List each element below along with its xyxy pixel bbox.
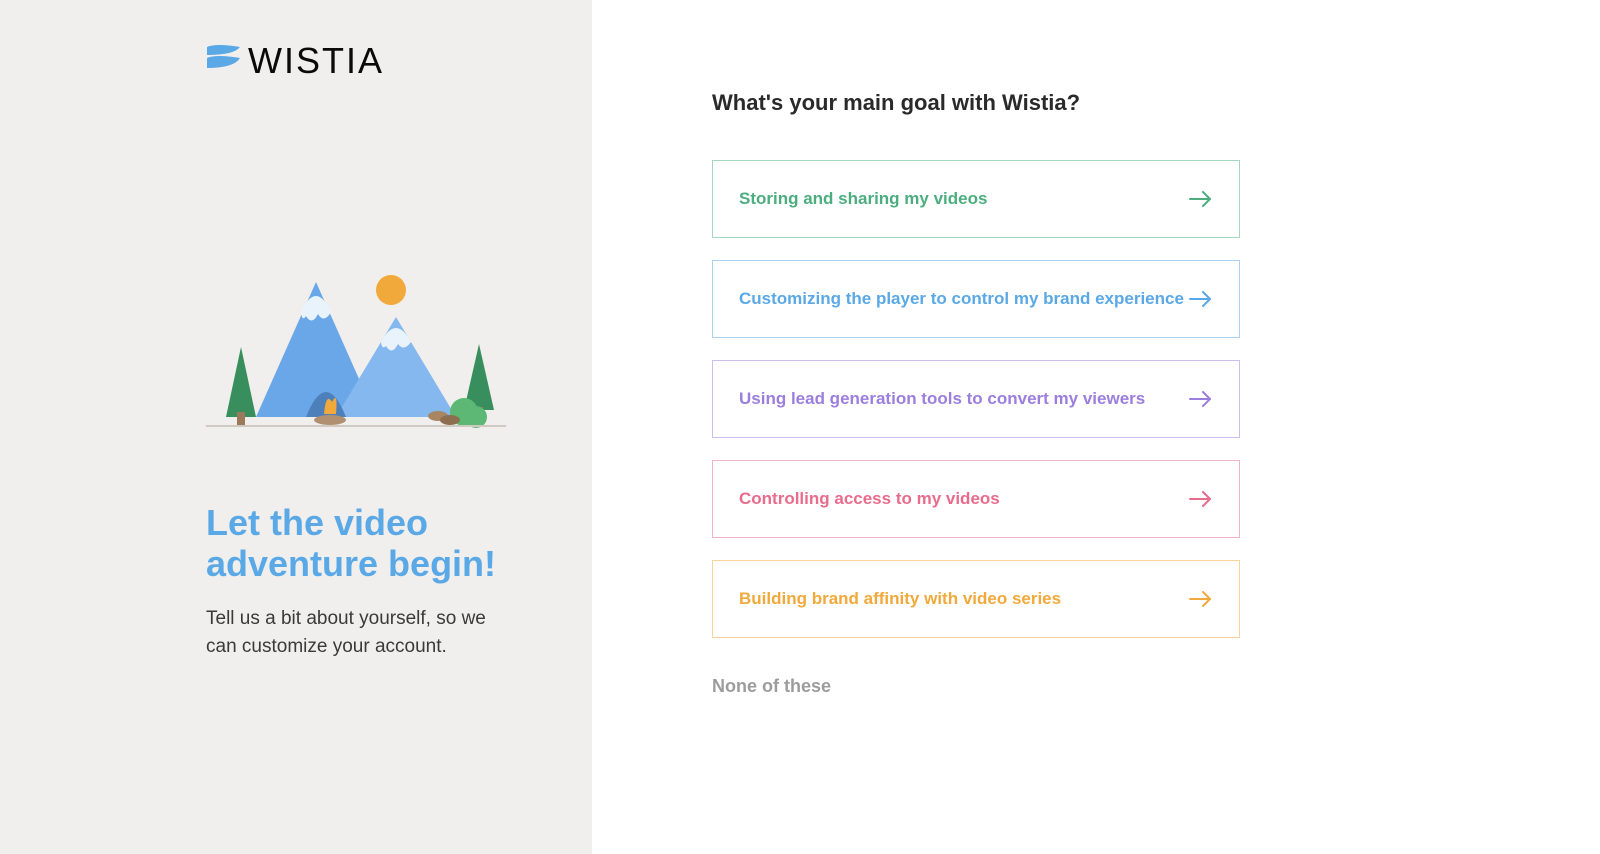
arrow-right-icon bbox=[1189, 491, 1213, 507]
onboarding-heading: Let the video adventure begin! bbox=[206, 502, 512, 585]
goal-option-label: Building brand affinity with video serie… bbox=[739, 589, 1061, 609]
arrow-right-icon bbox=[1189, 391, 1213, 407]
goal-option[interactable]: Customizing the player to control my bra… bbox=[712, 260, 1240, 338]
goal-option-label: Storing and sharing my videos bbox=[739, 189, 987, 209]
goal-option-label: Controlling access to my videos bbox=[739, 489, 1000, 509]
none-of-these-link[interactable]: None of these bbox=[712, 676, 831, 697]
left-panel: WISTIA bbox=[0, 0, 592, 854]
right-panel: What's your main goal with Wistia? Stori… bbox=[592, 0, 1600, 854]
onboarding-illustration bbox=[206, 262, 506, 442]
goal-option[interactable]: Using lead generation tools to convert m… bbox=[712, 360, 1240, 438]
goal-option-label: Customizing the player to control my bra… bbox=[739, 289, 1184, 309]
goal-question: What's your main goal with Wistia? bbox=[712, 90, 1480, 116]
brand-logo: WISTIA bbox=[206, 40, 512, 82]
onboarding-subtext: Tell us a bit about yourself, so we can … bbox=[206, 605, 506, 662]
arrow-right-icon bbox=[1189, 191, 1213, 207]
arrow-right-icon bbox=[1189, 591, 1213, 607]
goal-option[interactable]: Building brand affinity with video serie… bbox=[712, 560, 1240, 638]
wistia-flags-icon bbox=[206, 44, 242, 79]
goal-option[interactable]: Storing and sharing my videos bbox=[712, 160, 1240, 238]
goal-options-list: Storing and sharing my videos Customizing… bbox=[712, 160, 1480, 638]
goal-option[interactable]: Controlling access to my videos bbox=[712, 460, 1240, 538]
goal-option-label: Using lead generation tools to convert m… bbox=[739, 389, 1145, 409]
brand-name: WISTIA bbox=[248, 40, 384, 82]
arrow-right-icon bbox=[1189, 291, 1213, 307]
